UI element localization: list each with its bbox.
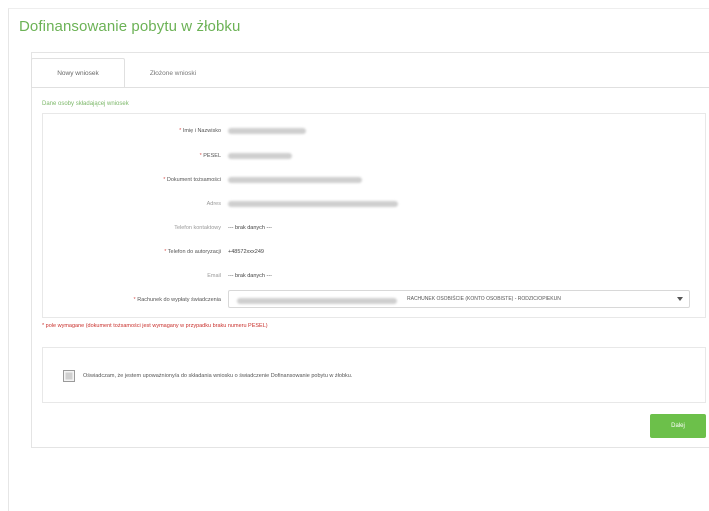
chevron-down-icon — [677, 297, 683, 301]
value-pesel-redacted — [228, 149, 292, 165]
row-document: * Dokument tożsamości — [42, 173, 706, 187]
value-document-redacted — [228, 173, 362, 189]
required-mark: * — [133, 297, 136, 303]
row-address: Adres — [42, 197, 706, 211]
value-phone-contact: --- brak danych --- — [228, 225, 273, 231]
value-address-redacted — [228, 197, 398, 213]
account-number-redacted — [237, 298, 397, 304]
required-mark: * — [179, 128, 182, 134]
tab-divider — [31, 87, 709, 88]
next-button[interactable]: Dalej — [650, 414, 706, 438]
label-phone-auth: * Telefon do autoryzacji — [164, 249, 221, 255]
row-payout-account: * Rachunek do wypłaty świadczenia RACHUN… — [42, 290, 706, 308]
row-phone-contact: Telefon kontaktowy --- brak danych --- — [42, 221, 706, 235]
required-note: * pole wymagane (dokument tożsamości jes… — [42, 323, 268, 329]
row-pesel: * PESEL — [42, 149, 706, 163]
payout-account-selected: RACHUNEK OSOBIŚCIE (KONTO OSOBISTE) - RO… — [407, 296, 561, 302]
page-title: Dofinansowanie pobytu w żłobku — [19, 18, 241, 35]
required-mark: * — [163, 177, 166, 183]
row-name: * Imię i Nazwisko — [42, 124, 706, 138]
label-phone-contact: Telefon kontaktowy — [174, 225, 221, 231]
label-payout-account: * Rachunek do wypłaty świadczenia — [133, 297, 221, 303]
value-phone-auth: +48572xxx249 — [228, 249, 264, 255]
required-mark: * — [164, 249, 167, 255]
label-name: * Imię i Nazwisko — [179, 128, 221, 134]
row-email: Email --- brak danych --- — [42, 269, 706, 283]
value-email: --- brak danych --- — [228, 273, 273, 279]
label-document: * Dokument tożsamości — [163, 177, 221, 183]
payout-account-select[interactable]: RACHUNEK OSOBIŚCIE (KONTO OSOBISTE) - RO… — [228, 290, 690, 308]
label-email: Email — [207, 273, 221, 279]
label-pesel: * PESEL — [199, 153, 221, 159]
tab-new-application[interactable]: Nowy wniosek — [31, 58, 125, 88]
tab-submitted-applications[interactable]: Złożone wnioski — [128, 58, 218, 88]
row-phone-auth: * Telefon do autoryzacji +48572xxx249 — [42, 245, 706, 259]
section-label: Dane osoby składającej wniosek — [42, 101, 129, 107]
checkbox-icon[interactable] — [63, 370, 75, 382]
value-name-redacted — [228, 124, 306, 140]
required-mark: * — [199, 153, 202, 159]
label-address: Adres — [206, 201, 221, 207]
applicant-form — [42, 113, 706, 318]
consent-box: Oświadczam, że jestem upoważniony/a do s… — [42, 347, 706, 403]
consent-text: Oświadczam, że jestem upoważniony/a do s… — [83, 373, 353, 379]
